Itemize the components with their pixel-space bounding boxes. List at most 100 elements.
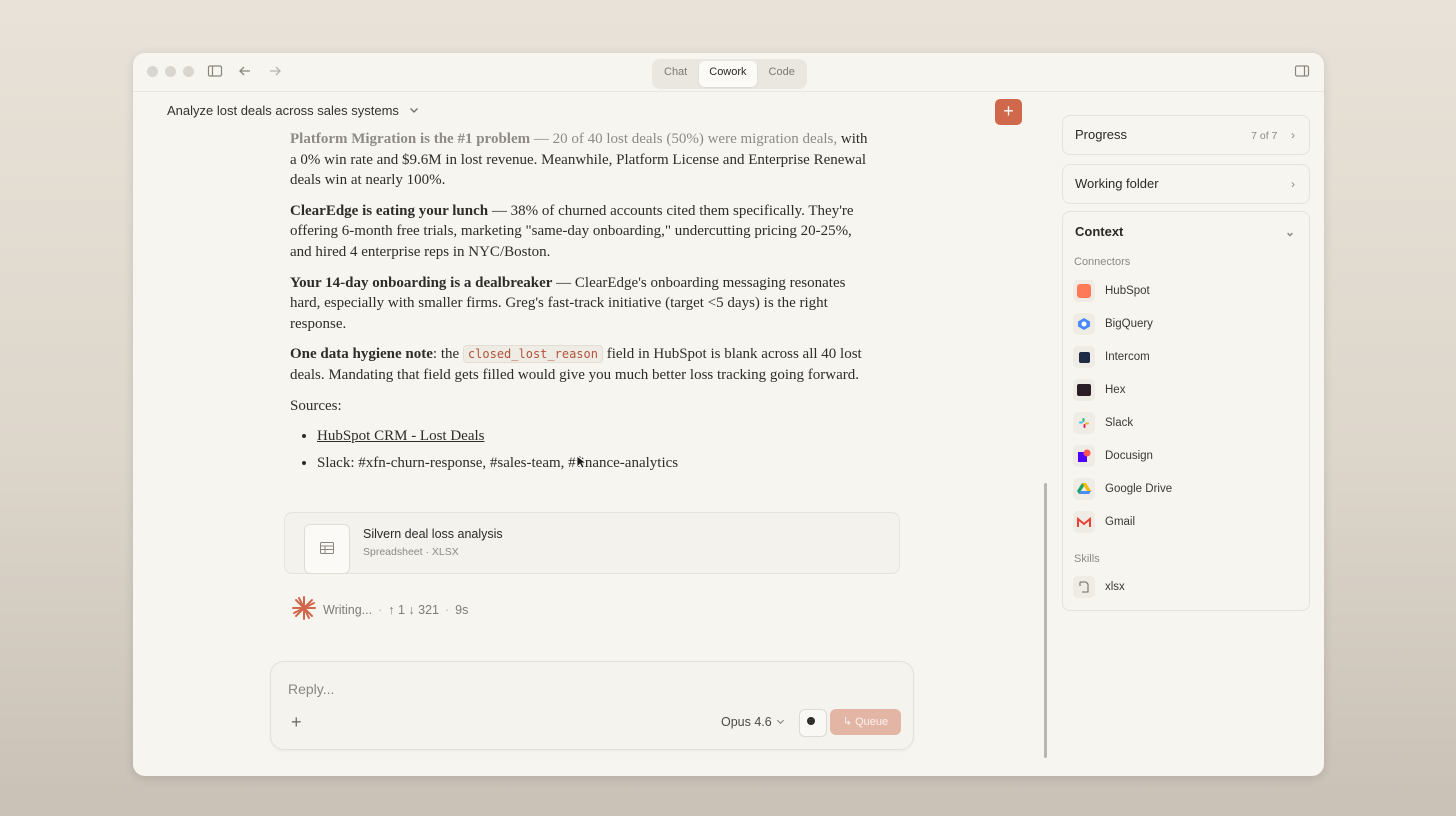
docusign-icon bbox=[1073, 445, 1095, 467]
progress-count: 7 of 7 bbox=[1251, 130, 1278, 142]
working-folder-panel[interactable]: Working folder › bbox=[1062, 164, 1310, 204]
progress-row: Progress 7 of 7 › bbox=[1075, 127, 1295, 142]
minimize-window-button[interactable] bbox=[165, 66, 176, 77]
right-panel-toggle-icon[interactable] bbox=[1294, 63, 1312, 81]
list-item: HubSpot CRM - Lost Deals bbox=[317, 426, 870, 447]
status-text: Writing... bbox=[323, 602, 373, 617]
tab-cowork[interactable]: Cowork bbox=[699, 61, 757, 87]
assistant-message: Platform Migration is the #1 problem — 2… bbox=[290, 129, 870, 479]
paragraph-platform-migration: Platform Migration is the #1 problem — 2… bbox=[290, 129, 870, 191]
slack-icon bbox=[1073, 412, 1095, 434]
inline-code: closed_lost_reason bbox=[462, 345, 603, 364]
context-label: Context bbox=[1075, 224, 1124, 239]
connector-docusign[interactable]: Docusign bbox=[1073, 445, 1153, 467]
connectors-label: Connectors bbox=[1074, 256, 1131, 268]
connector-label: Intercom bbox=[1105, 351, 1150, 363]
skill-xlsx[interactable]: xlsx bbox=[1073, 576, 1125, 598]
google-drive-icon bbox=[1073, 478, 1095, 500]
chevron-right-icon: › bbox=[1291, 128, 1295, 142]
window-controls[interactable] bbox=[147, 66, 194, 77]
close-window-button[interactable] bbox=[147, 66, 158, 77]
spark-icon bbox=[291, 595, 317, 624]
forward-arrow-icon[interactable] bbox=[267, 63, 285, 81]
skill-icon bbox=[1073, 576, 1095, 598]
elapsed-time: 9s bbox=[455, 602, 469, 617]
connector-label: Hex bbox=[1105, 384, 1126, 396]
connector-hex[interactable]: Hex bbox=[1073, 379, 1125, 401]
intercom-icon bbox=[1073, 346, 1095, 368]
bold-heading: ClearEdge is eating your lunch bbox=[290, 202, 489, 219]
connector-google-drive[interactable]: Google Drive bbox=[1073, 478, 1172, 500]
file-name: Silvern deal loss analysis bbox=[363, 527, 503, 541]
return-arrow-icon: ↳ bbox=[842, 716, 853, 728]
working-folder-label: Working folder bbox=[1075, 176, 1159, 191]
connector-label: BigQuery bbox=[1105, 318, 1153, 330]
title-bar: Chat Cowork Code bbox=[133, 53, 1324, 92]
skill-label: xlsx bbox=[1105, 581, 1125, 593]
add-attachment-button[interactable]: + bbox=[291, 713, 302, 731]
plus-icon: + bbox=[1003, 101, 1014, 121]
scrollbar[interactable] bbox=[1044, 483, 1047, 758]
working-folder-row: Working folder › bbox=[1075, 176, 1295, 191]
bold-heading: Your 14-day onboarding is a dealbreaker bbox=[290, 274, 553, 291]
queue-button[interactable]: ↳ Queue bbox=[830, 709, 901, 735]
progress-panel[interactable]: Progress 7 of 7 › bbox=[1062, 115, 1310, 155]
spreadsheet-icon bbox=[304, 524, 350, 574]
back-arrow-icon[interactable] bbox=[237, 63, 255, 81]
paragraph-clearedge: ClearEdge is eating your lunch — 38% of … bbox=[290, 201, 870, 263]
paragraph-data-hygiene: One data hygiene note: the closed_lost_r… bbox=[290, 344, 870, 385]
file-attachment-card[interactable]: Silvern deal loss analysis Spreadsheet ·… bbox=[284, 512, 900, 574]
skills-label: Skills bbox=[1074, 553, 1100, 565]
connector-hubspot[interactable]: HubSpot bbox=[1073, 280, 1150, 302]
connector-label: Docusign bbox=[1105, 450, 1153, 462]
tab-code[interactable]: Code bbox=[759, 61, 805, 87]
gmail-icon bbox=[1073, 511, 1095, 533]
separator: · bbox=[378, 602, 383, 617]
connector-bigquery[interactable]: BigQuery bbox=[1073, 313, 1153, 335]
chevron-down-icon: ⌄ bbox=[1284, 224, 1295, 239]
connector-slack[interactable]: Slack bbox=[1073, 412, 1133, 434]
chevron-right-icon: › bbox=[1291, 176, 1295, 191]
context-header[interactable]: Context ⌄ bbox=[1075, 224, 1295, 239]
conversation-title[interactable]: Analyze lost deals across sales systems bbox=[167, 103, 419, 118]
file-meta: Spreadsheet · XLSX bbox=[363, 546, 459, 558]
connector-label: HubSpot bbox=[1105, 285, 1150, 297]
bigquery-icon bbox=[1073, 313, 1095, 335]
reply-input[interactable]: Reply... bbox=[288, 681, 334, 697]
connector-intercom[interactable]: Intercom bbox=[1073, 346, 1150, 368]
new-task-button[interactable]: + bbox=[995, 99, 1022, 125]
maximize-window-button[interactable] bbox=[183, 66, 194, 77]
model-name: Opus 4.6 bbox=[721, 715, 772, 729]
chevron-down-icon bbox=[409, 103, 419, 118]
record-button[interactable] bbox=[799, 709, 827, 737]
bold-heading: One data hygiene note bbox=[290, 346, 433, 363]
reply-composer[interactable]: Reply... + Opus 4.6 ↳ Queue bbox=[270, 661, 914, 750]
token-count: ↑ 1 ↓ 321 bbox=[388, 602, 439, 617]
connector-label: Slack bbox=[1105, 417, 1134, 429]
paragraph-text: — 20 of 40 lost deals (50%) were migrati… bbox=[530, 131, 838, 147]
mouse-cursor bbox=[576, 455, 588, 474]
model-selector[interactable]: Opus 4.6 bbox=[721, 715, 785, 729]
connector-gmail[interactable]: Gmail bbox=[1073, 511, 1135, 533]
connector-label: Gmail bbox=[1105, 516, 1136, 528]
queue-label: Queue bbox=[855, 716, 889, 728]
context-panel: Context ⌄ Connectors HubSpot BigQuery In… bbox=[1062, 211, 1310, 611]
connector-label: Google Drive bbox=[1105, 483, 1173, 495]
conversation-title-text: Analyze lost deals across sales systems bbox=[167, 103, 399, 118]
bold-heading: Platform Migration is the #1 problem bbox=[290, 131, 531, 147]
tab-chat[interactable]: Chat bbox=[654, 61, 697, 87]
generation-status: Writing... · ↑ 1 ↓ 321 · 9s bbox=[291, 595, 468, 624]
mode-tabs: Chat Cowork Code bbox=[652, 59, 807, 89]
hubspot-icon bbox=[1073, 280, 1095, 302]
chevron-down-icon bbox=[776, 715, 785, 729]
hex-icon bbox=[1073, 379, 1095, 401]
list-item: Slack: #xfn-churn-response, #sales-team,… bbox=[317, 453, 870, 474]
sources-label: Sources: bbox=[290, 397, 342, 414]
separator: · bbox=[445, 602, 450, 617]
app-window: Chat Cowork Code Analyze lost deals acro… bbox=[133, 53, 1324, 776]
source-link-hubspot[interactable]: HubSpot CRM - Lost Deals bbox=[317, 428, 485, 444]
paragraph-text: : the bbox=[432, 346, 463, 363]
paragraph-onboarding: Your 14-day onboarding is a dealbreaker … bbox=[290, 273, 870, 335]
sidebar-toggle-icon[interactable] bbox=[207, 63, 225, 81]
progress-label: Progress bbox=[1075, 127, 1128, 142]
